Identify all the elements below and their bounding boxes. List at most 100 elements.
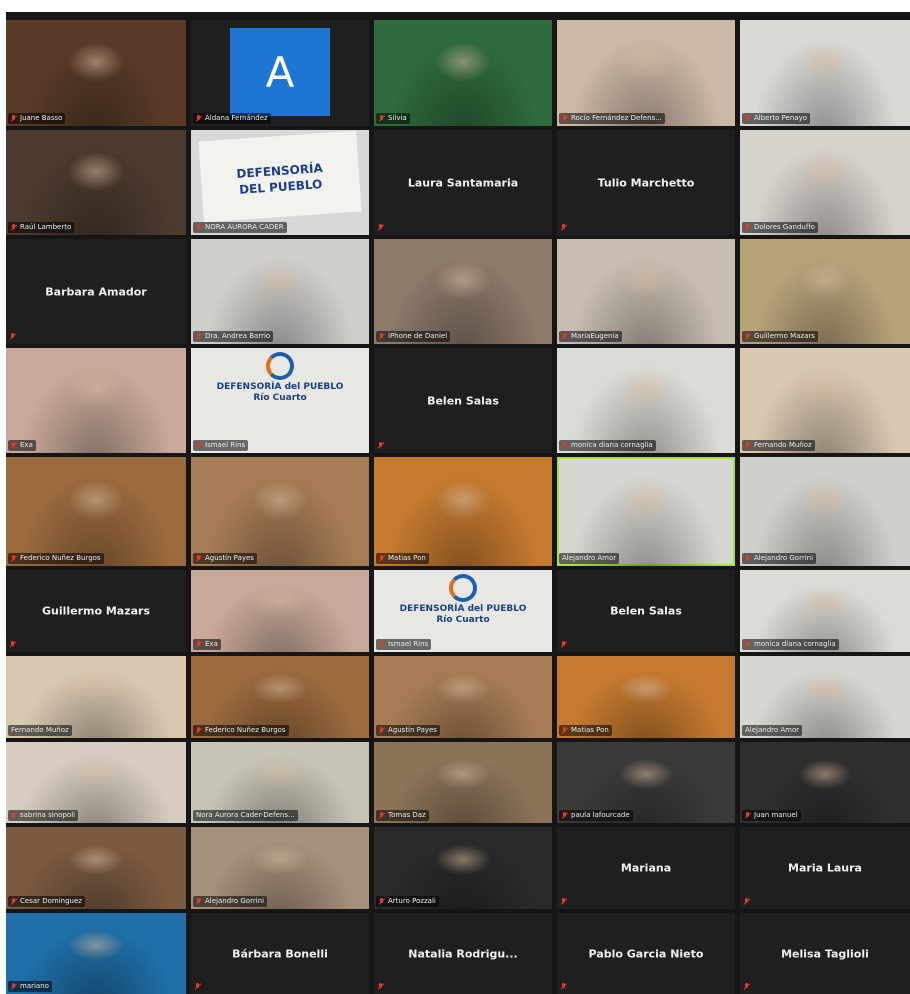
participant-name-label: Matias Pon — [376, 553, 429, 564]
participant-tile[interactable]: Alejandro Gorrini — [191, 827, 369, 909]
participant-tile[interactable]: Agustín Payes — [191, 457, 369, 566]
participant-tile[interactable]: A Aldana Fernández — [191, 20, 369, 126]
banner-line-2: Río Cuarto — [436, 615, 490, 625]
participant-tile[interactable]: Arturo Pozzali — [374, 827, 552, 909]
participant-tile[interactable]: Federico Nuñez Burgos — [191, 656, 369, 738]
participant-name: Belen Salas — [427, 394, 499, 407]
participant-name: monica diana cornaglia — [571, 441, 653, 449]
participant-tile[interactable]: Juane Basso — [6, 20, 186, 126]
participant-name: Agustín Payes — [205, 554, 254, 562]
participant-tile[interactable]: Maria Laura — [740, 827, 910, 909]
participant-tile[interactable]: iPhone de Daniel — [374, 239, 552, 344]
participant-name-label: Tomas Daz — [376, 810, 429, 821]
participant-tile[interactable]: Nora Aurora Cader-Defens... — [191, 742, 369, 823]
participant-tile[interactable]: Alejandro Gorrini — [740, 457, 910, 566]
participant-name-label: Alejandro Gorrini — [742, 553, 817, 564]
participant-tile[interactable]: Guillermo Mazars — [740, 239, 910, 344]
participant-tile[interactable]: Rocío Fernández Defens... — [557, 20, 735, 126]
participant-tile[interactable]: Juan manuel — [740, 742, 910, 823]
participant-tile[interactable]: Alejandro Amor — [740, 656, 910, 738]
muted-mic-icon — [196, 898, 202, 905]
participant-tile[interactable]: Agustín Payes — [374, 656, 552, 738]
participant-name: Pablo Garcia Nieto — [588, 947, 704, 960]
participant-tile[interactable]: Mariana — [557, 827, 735, 909]
muted-mic-icon — [379, 115, 385, 122]
video-feed — [374, 239, 552, 344]
participant-tile[interactable]: MariaEugenia — [557, 239, 735, 344]
participant-name: Exa — [205, 640, 218, 648]
participant-name: Arturo Pozzali — [388, 897, 436, 905]
participant-gallery-grid: Juane Basso A Aldana Fernández Silvia Rocío … — [6, 12, 910, 994]
participant-tile[interactable]: mariano — [6, 913, 186, 994]
participant-name: Fernando Muñoz — [754, 441, 812, 449]
participant-name-label: NORA AURORA CADER — [193, 222, 287, 233]
video-feed — [191, 457, 369, 566]
participant-tile[interactable]: DEFENSORÍA del PUEBLO Río Cuarto Ismael Ri… — [374, 570, 552, 652]
participant-tile[interactable]: Exa — [6, 348, 186, 453]
participant-name-label: Agustín Payes — [376, 725, 440, 736]
participant-name-label: Federico Nuñez Burgos — [193, 725, 289, 736]
participant-name: Silvia — [388, 114, 407, 122]
participant-tile[interactable]: Melisa Taglioli — [740, 913, 910, 994]
video-feed — [6, 457, 186, 566]
participant-name: Dra. Andrea Barrio — [205, 332, 271, 340]
video-feed — [557, 239, 735, 344]
participant-tile[interactable]: Laura Santamaria — [374, 130, 552, 235]
avatar: A — [230, 28, 330, 116]
participant-tile[interactable]: Federico Nuñez Burgos — [6, 457, 186, 566]
muted-mic-icon — [196, 555, 202, 562]
muted-mic-icon — [379, 812, 385, 819]
participant-tile[interactable]: Tulio Marchetto — [557, 130, 735, 235]
video-feed — [740, 20, 910, 126]
muted-mic-icon — [745, 812, 751, 819]
participant-tile[interactable]: paula lafourcade — [557, 742, 735, 823]
participant-tile[interactable]: Fernando Muñoz — [6, 656, 186, 738]
participant-tile[interactable]: Guillermo Mazars — [6, 570, 186, 652]
participant-tile[interactable]: Tomas Daz — [374, 742, 552, 823]
participant-tile[interactable]: Alberto Penayo — [740, 20, 910, 126]
muted-mic-icon — [561, 224, 567, 231]
muted-mic-icon — [196, 442, 202, 449]
participant-tile[interactable]: Alejandro Amor — [557, 457, 735, 566]
participant-tile[interactable]: Dolores Ganduffo — [740, 130, 910, 235]
video-feed — [6, 348, 186, 453]
participant-tile[interactable]: Raúl Lamberto — [6, 130, 186, 235]
participant-tile[interactable]: Dra. Andrea Barrio — [191, 239, 369, 344]
participant-name: Laura Santamaria — [407, 176, 519, 189]
participant-name-label: Alejandro Amor — [559, 553, 620, 564]
muted-mic-icon — [10, 641, 16, 648]
participant-tile[interactable]: Exa — [191, 570, 369, 652]
participant-name: iPhone de Daniel — [388, 332, 448, 340]
participant-tile[interactable]: Barbara Amador — [6, 239, 186, 344]
participant-tile[interactable]: Belen Salas — [374, 348, 552, 453]
video-feed — [557, 457, 735, 566]
participant-name: Mariana — [620, 861, 672, 875]
muted-mic-icon — [11, 898, 17, 905]
muted-mic-icon — [745, 115, 751, 122]
participant-tile[interactable]: Cesar Dominguez — [6, 827, 186, 909]
participant-tile[interactable]: Fernando Muñoz — [740, 348, 910, 453]
participant-tile[interactable]: monica diana cornaglia — [740, 570, 910, 652]
participant-tile[interactable]: Bárbara Bonelli — [191, 913, 369, 994]
participant-tile[interactable]: Matias Pon — [374, 457, 552, 566]
muted-mic-icon — [378, 983, 384, 990]
participant-name-label: Agustín Payes — [193, 553, 257, 564]
participant-name-label: monica diana cornaglia — [559, 440, 656, 451]
participant-name-label: sabrina sinopoli — [8, 810, 79, 821]
participant-tile[interactable]: Pablo Garcia Nieto — [557, 913, 735, 994]
participant-tile[interactable]: Matias Pon — [557, 656, 735, 738]
participant-tile[interactable]: monica diana cornaglia — [557, 348, 735, 453]
participant-tile[interactable]: sabrina sinopoli — [6, 742, 186, 823]
participant-name-label: Federico Nuñez Burgos — [8, 553, 104, 564]
participant-tile[interactable]: Belen Salas — [557, 570, 735, 652]
participant-tile[interactable]: Silvia — [374, 20, 552, 126]
participant-tile[interactable]: DEFENSORÍA DEL PUEBLO NORA AURORA CADER — [191, 130, 369, 235]
video-feed — [6, 130, 186, 235]
participant-tile[interactable]: Natalia Rodrigu... — [374, 913, 552, 994]
participant-name: Ismael Rins — [388, 640, 429, 648]
muted-mic-icon — [562, 812, 568, 819]
participant-name: Federico Nuñez Burgos — [205, 726, 286, 734]
participant-name: Rocío Fernández Defens... — [571, 114, 662, 122]
video-feed — [374, 20, 552, 126]
participant-tile[interactable]: DEFENSORÍA del PUEBLO Río Cuarto Ismael Ri… — [191, 348, 369, 453]
